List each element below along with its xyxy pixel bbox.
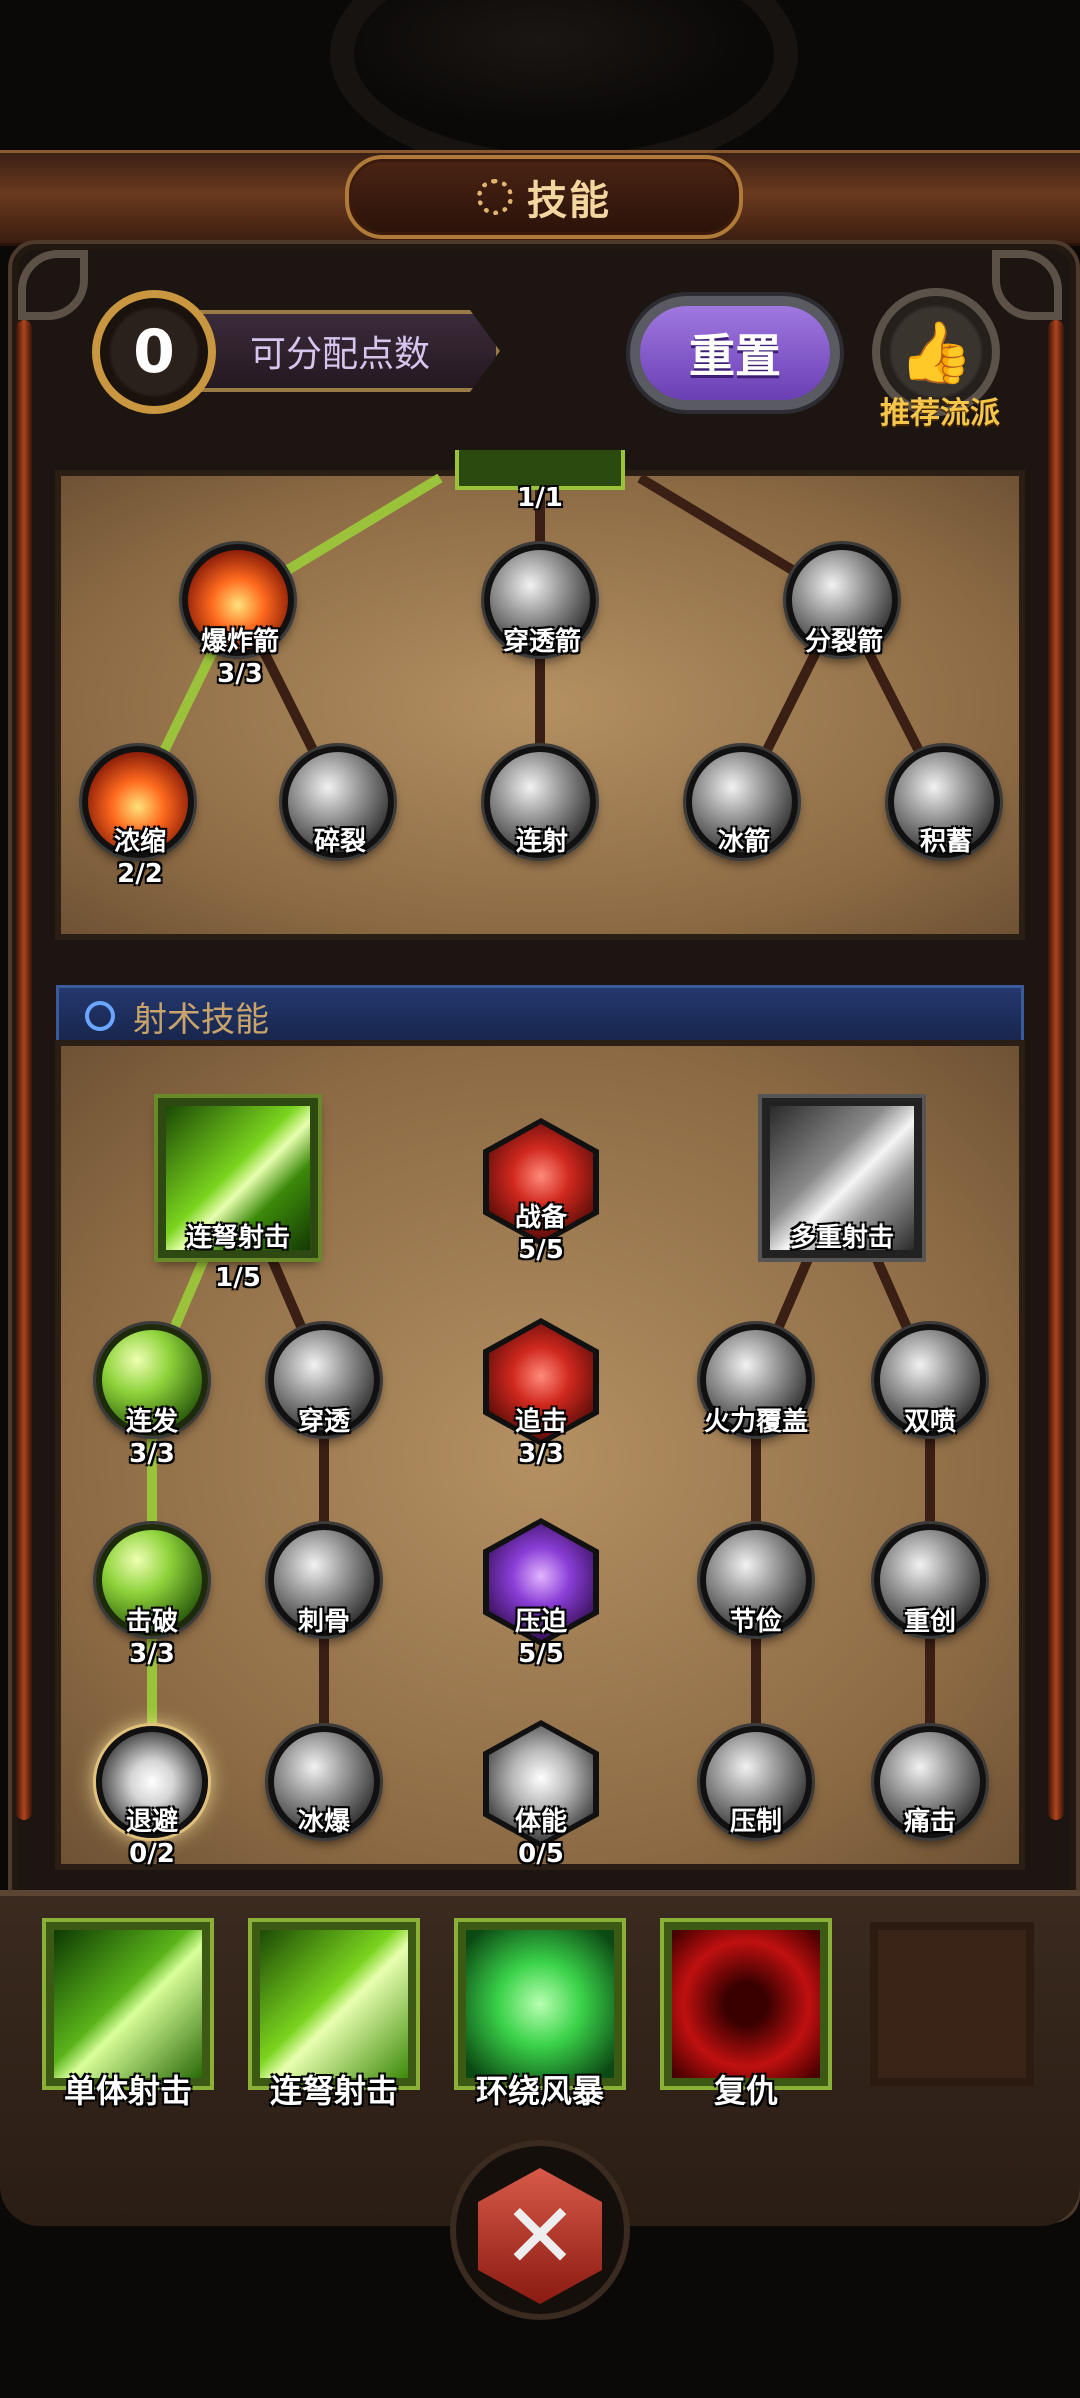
node-label: 痛击 — [903, 1807, 956, 1837]
skill-slot-revenge[interactable] — [664, 1922, 828, 2086]
node-label: 压迫 — [514, 1607, 567, 1637]
node-label: 体能 — [514, 1807, 567, 1837]
node-label: 重创 — [903, 1607, 956, 1637]
skill-slot-label: 单体射击 — [63, 2072, 192, 2110]
node-label: 冰爆 — [297, 1807, 350, 1837]
node-label: 刺骨 — [297, 1607, 350, 1637]
skill-slot-label: 环绕风暴 — [475, 2072, 604, 2110]
node-label: 火力覆盖 — [703, 1407, 808, 1437]
node-level: 0/2 — [129, 1839, 175, 1869]
node-label: 退避 — [125, 1807, 178, 1837]
node-level: 5/5 — [518, 1235, 564, 1265]
node-level: 1/5 — [215, 1263, 261, 1293]
node-level: 3/3 — [129, 1439, 175, 1469]
skill-slot-repeating-crossbow[interactable] — [252, 1922, 416, 2086]
node-label: 连弩射击 — [185, 1223, 290, 1253]
node-level: 0/5 — [518, 1839, 564, 1869]
node-label: 追击 — [514, 1407, 567, 1437]
node-label: 节俭 — [729, 1607, 782, 1637]
node-label: 多重射击 — [789, 1223, 894, 1253]
skill-slot-storm[interactable] — [458, 1922, 622, 2086]
node-label: 双喷 — [903, 1407, 956, 1437]
node-label: 击破 — [125, 1607, 178, 1637]
skill-slot-empty[interactable] — [870, 1922, 1034, 2086]
node-label: 战备 — [514, 1203, 567, 1233]
node-level: 3/3 — [518, 1439, 564, 1469]
node-level: 5/5 — [518, 1639, 564, 1669]
node-level: 3/3 — [129, 1639, 175, 1669]
node-label: 连发 — [125, 1407, 178, 1437]
skill-slot-label: 复仇 — [713, 2072, 778, 2110]
node-label: 压制 — [729, 1807, 782, 1837]
node-label: 穿透 — [297, 1407, 350, 1437]
skill-slot-single-shot[interactable] — [46, 1922, 210, 2086]
skill-slot-label: 连弩射击 — [269, 2072, 398, 2110]
